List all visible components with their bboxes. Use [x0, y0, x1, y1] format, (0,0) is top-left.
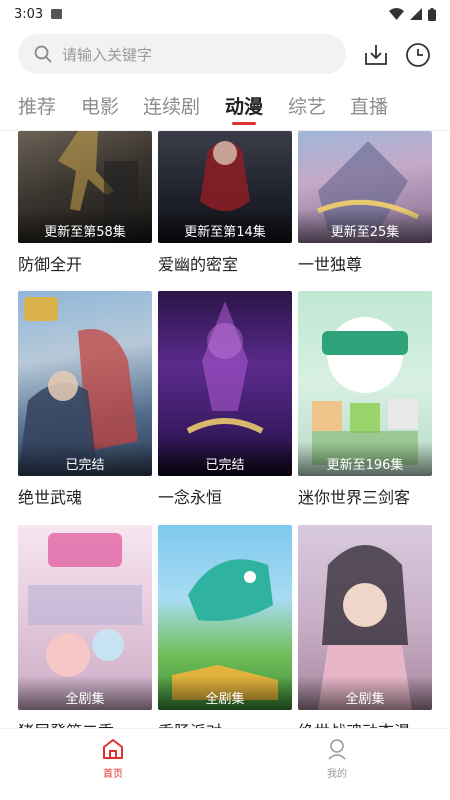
- episode-badge: 已完结: [205, 458, 245, 473]
- poster-image: 已完结: [158, 291, 292, 476]
- video-title: 一念永恒: [158, 488, 223, 507]
- poster-image: 全剧集: [298, 525, 432, 710]
- episode-badge: 更新至196集: [326, 458, 404, 473]
- search-icon: [34, 45, 52, 63]
- episode-badge: 已完结: [65, 458, 105, 473]
- tab-live[interactable]: 直播: [350, 92, 388, 119]
- video-title: 猪屁登第二季: [18, 718, 152, 728]
- active-tab-indicator: [232, 122, 256, 125]
- video-card[interactable]: 更新至196集 迷你世界三剑客: [298, 291, 432, 508]
- tab-anime[interactable]: 动漫: [225, 92, 263, 119]
- search-input[interactable]: 请输入关键字: [18, 34, 346, 74]
- video-title: 爱幽的密室: [158, 255, 239, 274]
- history-button[interactable]: [404, 41, 432, 69]
- gallery-notification-icon: [51, 9, 63, 19]
- poster-image: 更新至196集: [298, 291, 432, 476]
- home-icon: [103, 739, 123, 759]
- battery-icon: [428, 7, 436, 21]
- video-card[interactable]: 全剧集 香肠派对: [158, 525, 292, 728]
- nav-profile[interactable]: 我的: [307, 737, 367, 780]
- video-card[interactable]: 已完结 绝世武魂: [18, 291, 152, 508]
- video-card[interactable]: 已完结 一念永恒: [158, 291, 292, 508]
- poster-image: 更新至第14集: [158, 131, 292, 243]
- status-bar: 3:03: [0, 0, 450, 28]
- tab-recommend[interactable]: 推荐: [18, 92, 56, 119]
- poster-image: 更新至第58集: [18, 131, 152, 243]
- episode-badge: 全剧集: [205, 692, 245, 707]
- episode-badge: 全剧集: [65, 692, 105, 707]
- category-tabs: 推荐 电影 连续剧 动漫 综艺 直播: [0, 88, 450, 130]
- nav-home[interactable]: 首页: [83, 737, 143, 780]
- tab-movies[interactable]: 电影: [81, 92, 119, 119]
- video-title: 防御全开: [18, 255, 83, 274]
- poster-image: 更新至25集: [298, 131, 432, 243]
- user-icon: [328, 739, 346, 760]
- content-grid: 更新至第58集 防御全开 更新至第14集 爱幽的密室 更新至25集 一世独尊 已…: [0, 131, 450, 728]
- nav-profile-label: 我的: [327, 769, 347, 780]
- video-title: 迷你世界三剑客: [298, 488, 411, 507]
- search-placeholder: 请输入关键字: [62, 45, 153, 64]
- search-header: 请输入关键字: [0, 34, 450, 74]
- video-card[interactable]: 全剧集 绝世战魂动态漫: [298, 525, 432, 728]
- tab-variety[interactable]: 综艺: [288, 92, 326, 119]
- signal-icon: [410, 8, 422, 20]
- nav-home-label: 首页: [103, 769, 123, 780]
- episode-badge: 更新至第14集: [184, 225, 266, 240]
- video-title: 一世独尊: [298, 255, 363, 274]
- poster-image: 全剧集: [18, 525, 152, 710]
- download-button[interactable]: [362, 41, 390, 69]
- video-card[interactable]: 全剧集 猪屁登第二季: [18, 525, 152, 728]
- status-time: 3:03: [14, 6, 44, 22]
- episode-badge: 全剧集: [345, 692, 385, 707]
- poster-image: 已完结: [18, 291, 152, 476]
- video-card[interactable]: 更新至第58集 防御全开: [18, 131, 152, 275]
- wifi-icon: [389, 8, 404, 20]
- poster-image: 全剧集: [158, 525, 292, 710]
- tab-series[interactable]: 连续剧: [143, 92, 200, 119]
- episode-badge: 更新至第58集: [44, 225, 126, 240]
- bottom-nav: 首页 我的: [0, 728, 450, 800]
- episode-badge: 更新至25集: [330, 225, 400, 240]
- video-card[interactable]: 更新至25集 一世独尊: [298, 131, 432, 275]
- video-title: 绝世武魂: [18, 488, 83, 507]
- download-icon: [365, 45, 387, 65]
- video-card[interactable]: 更新至第14集 爱幽的密室: [158, 131, 292, 275]
- video-title: 绝世战魂动态漫: [298, 718, 432, 728]
- clock-icon: [406, 43, 430, 67]
- video-title: 香肠派对: [158, 718, 292, 728]
